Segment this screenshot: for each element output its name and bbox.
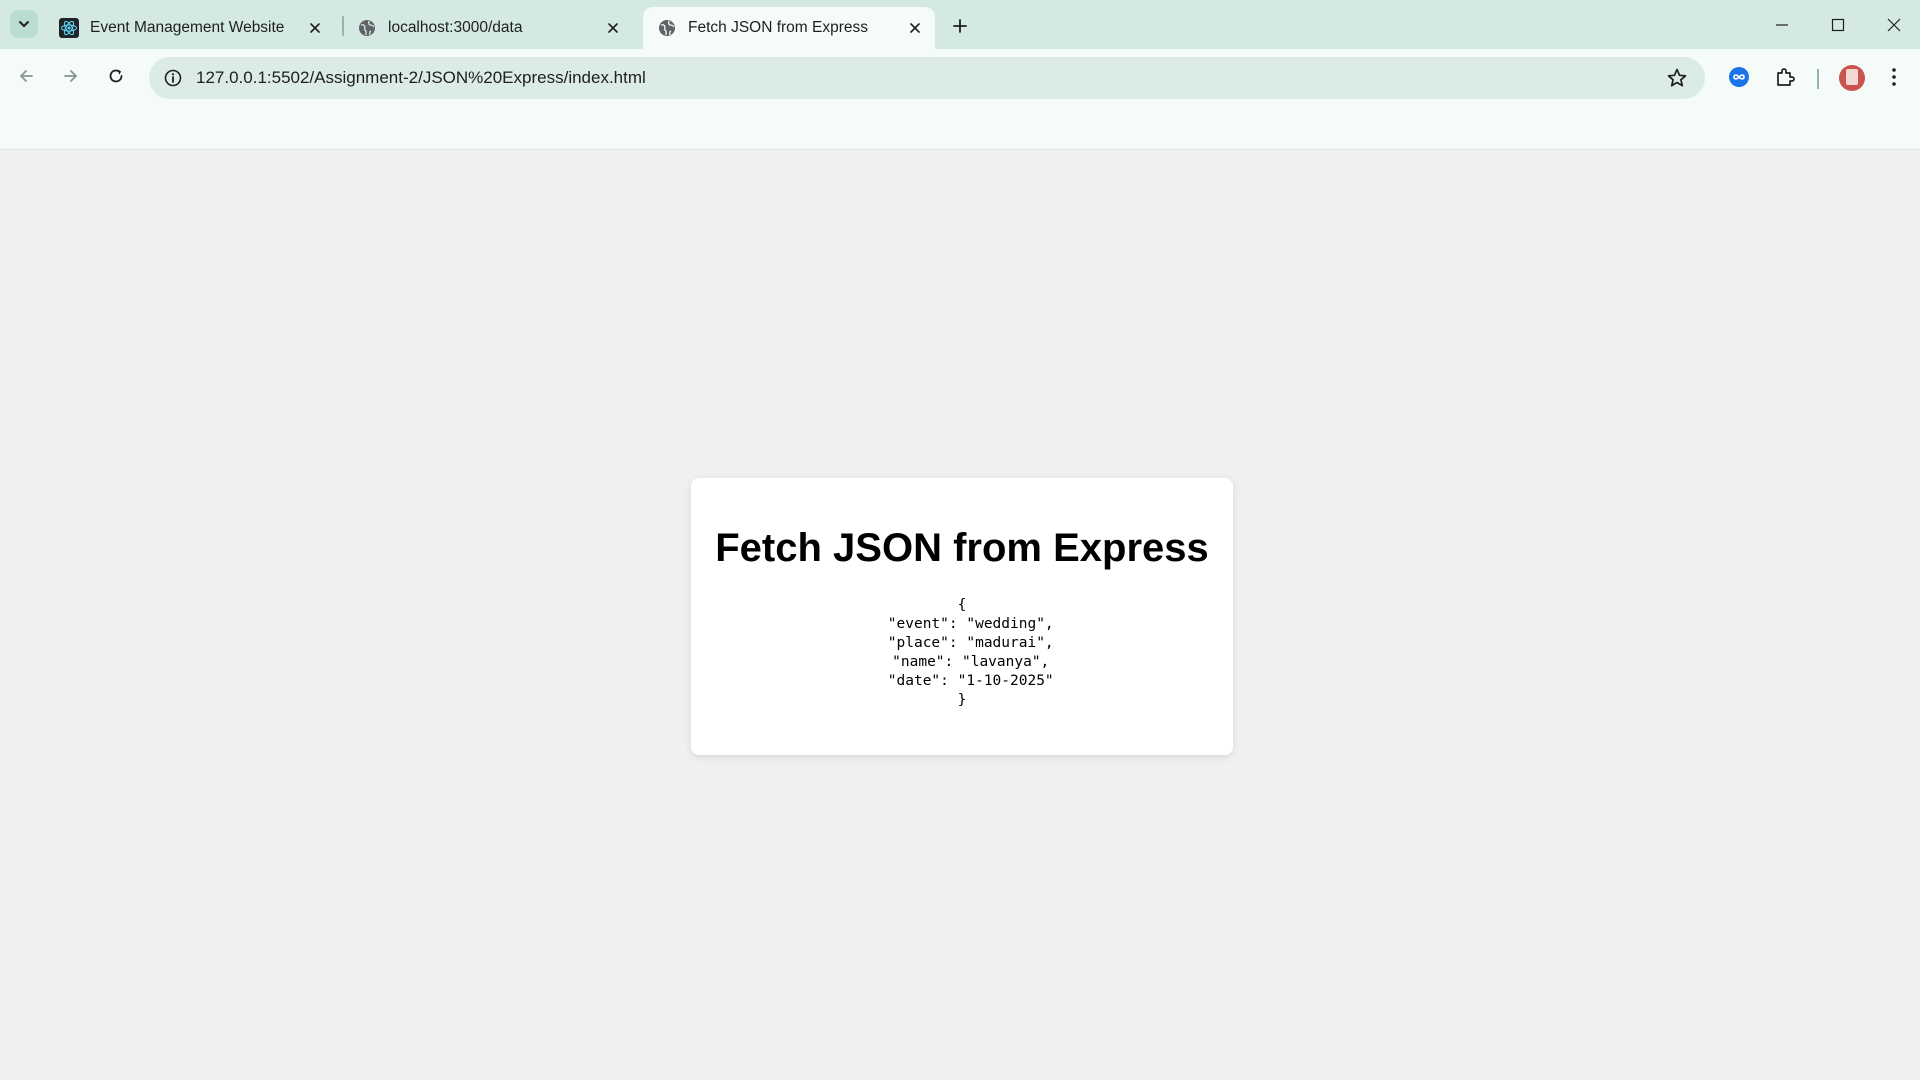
tab-event-management[interactable]: Event Management Website [45, 7, 335, 49]
close-icon[interactable] [903, 16, 927, 40]
page-heading: Fetch JSON from Express [715, 526, 1209, 570]
arrow-right-icon [64, 70, 77, 82]
extensions-puzzle-icon[interactable] [1769, 61, 1801, 93]
profile-avatar[interactable] [1839, 65, 1865, 91]
plus-icon [953, 19, 967, 33]
globe-icon [357, 18, 377, 38]
bookmark-star-icon[interactable] [1665, 66, 1689, 90]
json-output: { "event": "wedding", "place": "madurai"… [887, 597, 1054, 708]
forward-button[interactable] [54, 59, 88, 93]
maximize-icon [1831, 18, 1845, 31]
tab-fetch-json[interactable]: Fetch JSON from Express [643, 7, 935, 49]
bookmarks-bar [0, 109, 1920, 150]
back-button[interactable] [9, 59, 43, 93]
globe-icon [657, 18, 677, 38]
close-window-button[interactable] [1866, 0, 1920, 49]
tab-search-button[interactable] [10, 10, 38, 38]
close-icon[interactable] [303, 16, 327, 40]
toolbar-divider [1817, 69, 1819, 89]
minimize-icon [1776, 23, 1788, 26]
reload-button[interactable] [99, 59, 133, 93]
content-card: Fetch JSON from Express { "event": "wedd… [691, 478, 1233, 755]
page-viewport: Fetch JSON from Express { "event": "wedd… [0, 150, 1920, 1080]
site-info-icon[interactable] [161, 66, 185, 90]
tab-title: Event Management Website [90, 19, 285, 36]
address-bar[interactable]: 127.0.0.1:5502/Assignment-2/JSON%20Expre… [149, 57, 1705, 99]
reload-icon [109, 69, 123, 83]
arrow-left-icon [20, 70, 33, 82]
extension-infinity-icon[interactable] [1723, 61, 1755, 93]
browser-toolbar: 127.0.0.1:5502/Assignment-2/JSON%20Expre… [0, 49, 1920, 109]
menu-kebab-icon[interactable] [1878, 61, 1910, 93]
close-icon [1887, 18, 1901, 31]
tab-localhost-data[interactable]: localhost:3000/data [343, 7, 633, 49]
maximize-button[interactable] [1810, 0, 1866, 49]
new-tab-button[interactable] [946, 12, 974, 40]
minimize-button[interactable] [1754, 0, 1810, 49]
tab-title: Fetch JSON from Express [688, 19, 869, 36]
tab-title: localhost:3000/data [388, 19, 523, 36]
chevron-down-icon [19, 21, 29, 27]
close-icon[interactable] [601, 16, 625, 40]
react-icon [59, 18, 79, 38]
url-text[interactable]: 127.0.0.1:5502/Assignment-2/JSON%20Expre… [196, 68, 646, 88]
tab-strip: Event Management Website localhost:3000/… [0, 0, 1920, 49]
